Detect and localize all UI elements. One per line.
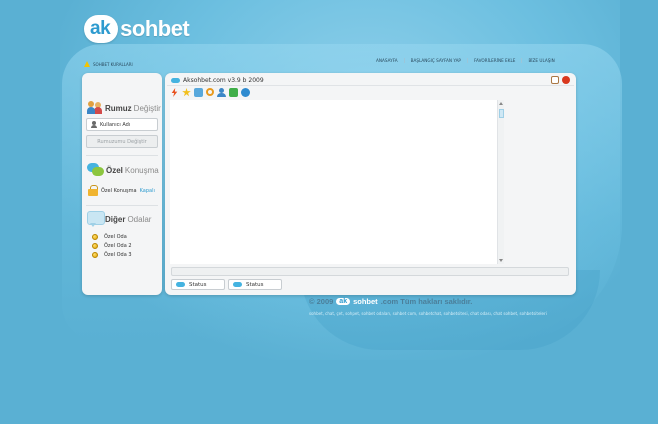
private-chat-label: Özel Konuşma [101, 187, 137, 194]
cloud-icon [233, 282, 242, 287]
room-label: Özel Oda 2 [104, 242, 132, 249]
cloud-icon [176, 282, 185, 287]
warning-icon [84, 61, 90, 67]
room-dot-icon [92, 242, 98, 249]
username-field[interactable]: Kullanıcı Adı [86, 118, 158, 131]
footer-logo-part1: ak [336, 298, 351, 305]
nick-title-bold: Rumuz [105, 103, 132, 113]
copyright-suffix: .com Tüm hakları saklıdır. [380, 297, 473, 306]
nav-contact[interactable]: BİZE ULAŞIN [521, 58, 560, 63]
divider [86, 155, 158, 156]
chat-messages-area[interactable] [170, 100, 504, 264]
nav-add-favorites[interactable]: FAVORİLERİNE EKLE [466, 58, 521, 63]
status-label: Status [246, 281, 264, 288]
scroll-thumb[interactable] [499, 109, 504, 118]
chat-scrollbar[interactable] [497, 100, 504, 264]
nav-home[interactable]: ANASAYFA [370, 58, 404, 63]
room-label: Özel Oda [104, 233, 127, 240]
lock-icon [88, 185, 98, 196]
top-navigation: ANASAYFA BAŞLANGIÇ SAYFAN YAP FAVORİLERİ… [370, 58, 561, 63]
change-nick-button[interactable]: Rumuzumu Değiştir [86, 135, 158, 148]
private-title-bold: Özel [106, 165, 123, 175]
chat-bubbles-icon [87, 163, 104, 177]
divider [86, 205, 158, 206]
chat-window: Aksohbet.com v3.9 b 2009 Status Status [165, 73, 576, 295]
people-icon [87, 101, 103, 115]
window-controls [551, 76, 570, 84]
status-label: Status [189, 281, 207, 288]
user-icon[interactable] [217, 88, 226, 97]
message-icon[interactable] [194, 88, 203, 97]
room-list: Özel Oda Özel Oda 2 Özel Oda 3 [92, 232, 132, 259]
logo-part1: ak [84, 15, 119, 43]
chat-titlebar: Aksohbet.com v3.9 b 2009 [167, 75, 574, 86]
nick-section-header: Rumuz Değiştir [87, 101, 161, 115]
message-input[interactable] [171, 267, 569, 276]
rooms-section-header: Diğer Odalar [87, 211, 151, 227]
status-button[interactable]: Status [171, 279, 225, 290]
site-logo[interactable]: ak sohbet [84, 12, 190, 46]
globe-icon[interactable] [241, 88, 250, 97]
power-icon[interactable] [562, 76, 570, 84]
nick-title-light: Değiştir [133, 103, 161, 113]
download-icon[interactable] [229, 88, 238, 97]
chat-title: Aksohbet.com v3.9 b 2009 [183, 76, 264, 84]
scroll-down-arrow-icon[interactable] [499, 259, 503, 262]
room-dot-icon [92, 251, 98, 258]
private-chat-state: Kapalı [139, 187, 155, 194]
room-item[interactable]: Özel Oda 2 [92, 241, 132, 250]
search-icon[interactable] [206, 88, 214, 96]
scroll-up-arrow-icon[interactable] [499, 102, 503, 105]
copyright: © 2009 ak sohbet .com Tüm hakları saklıdır… [309, 297, 472, 306]
document-icon[interactable] [551, 76, 559, 84]
speech-bubble-icon [87, 211, 105, 227]
room-item[interactable]: Özel Oda 3 [92, 250, 132, 259]
rules-link-label: SOHBET KURALLARI [93, 61, 133, 67]
rooms-title-bold: Diğer [105, 214, 126, 224]
cloud-icon [171, 77, 180, 83]
private-section-header: Özel Konuşma [87, 163, 159, 177]
status-row: Status Status [171, 279, 282, 290]
rules-link[interactable]: SOHBET KURALLARI [84, 61, 133, 67]
rooms-title-light: Odalar [127, 214, 152, 224]
nav-set-homepage[interactable]: BAŞLANGIÇ SAYFAN YAP [403, 58, 467, 63]
room-item[interactable]: Özel Oda [92, 232, 132, 241]
footer-tags: sohbet, chat, çet, sohpet, sohbet odalar… [309, 311, 547, 316]
chat-toolbar [170, 88, 250, 97]
footer-logo-part2: sohbet [353, 297, 378, 306]
lightning-icon[interactable] [170, 88, 179, 97]
room-dot-icon [92, 233, 98, 240]
star-icon[interactable] [182, 88, 191, 97]
copyright-prefix: © 2009 [309, 297, 334, 306]
room-label: Özel Oda 3 [104, 251, 132, 258]
private-chat-toggle[interactable]: Özel Konuşma Kapalı [88, 185, 155, 196]
user-icon [91, 121, 97, 128]
sidebar: Rumuz Değiştir Kullanıcı Adı Rumuzumu De… [82, 73, 162, 295]
status-button[interactable]: Status [228, 279, 282, 290]
logo-part2: sohbet [120, 16, 190, 41]
private-title-light: Konuşma [124, 165, 159, 175]
username-value: Kullanıcı Adı [100, 121, 131, 128]
